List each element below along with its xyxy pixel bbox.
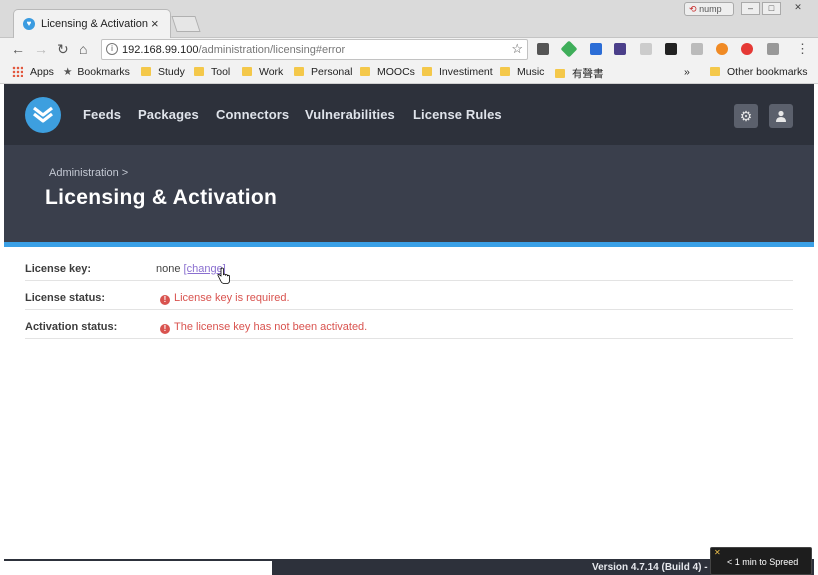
bookmarks-bar: Apps ★ Bookmarks Study Tool Work Personal… (0, 62, 818, 84)
new-tab-button[interactable] (171, 16, 201, 32)
error-icon: ! (160, 324, 170, 334)
logo-icon[interactable] (25, 97, 61, 133)
extension-copy-icon[interactable] (640, 43, 652, 55)
site-info-icon[interactable]: i (106, 43, 118, 55)
license-status-row: License status: ! License key is required… (25, 281, 793, 310)
address-url: 192.168.99.100/administration/licensing#… (122, 44, 346, 56)
profile-button[interactable]: ⟲ nump (684, 2, 734, 16)
nav-connectors[interactable]: Connectors (216, 107, 289, 122)
apps-icon (12, 66, 23, 77)
browser-menu-icon[interactable]: ⋮ (796, 41, 809, 57)
opera-icon[interactable] (741, 43, 753, 55)
folder-icon (294, 67, 304, 76)
activation-status-label: Activation status: (25, 321, 118, 333)
browser-tab[interactable]: ♥ Licensing & Activation × (13, 9, 171, 38)
bookmark-other[interactable]: Other bookmarks (710, 66, 808, 78)
bookmarks-overflow-button[interactable]: » (684, 66, 690, 78)
address-bar[interactable]: i 192.168.99.100/administration/licensin… (101, 39, 528, 60)
folder-icon (555, 69, 565, 78)
browser-toolbar: ← → ↻ ⌂ i 192.168.99.100/administration/… (0, 38, 818, 62)
reload-icon[interactable]: ↻ (57, 41, 69, 58)
footer-panel (4, 561, 272, 575)
nav-license-rules[interactable]: License Rules (413, 107, 502, 122)
license-status-value: ! License key is required. (160, 292, 290, 305)
forward-icon[interactable]: → (34, 41, 48, 57)
folder-icon (242, 67, 252, 76)
bookmark-folder-personal[interactable]: Personal (294, 66, 352, 78)
nav-packages[interactable]: Packages (138, 107, 199, 122)
nav-feeds[interactable]: Feeds (83, 107, 121, 122)
folder-icon (500, 67, 510, 76)
tab-close-icon[interactable]: × (151, 16, 159, 31)
settings-gear-icon[interactable]: ⚙ (734, 104, 758, 128)
extension-reader-icon[interactable] (691, 43, 703, 55)
breadcrumb[interactable]: Administration > (49, 167, 128, 179)
home-icon[interactable]: ⌂ (79, 41, 87, 57)
bookmark-star-icon[interactable]: ☆ (511, 41, 523, 57)
activation-status-value: ! The license key has not been activated. (160, 321, 367, 334)
page-title: Licensing & Activation (45, 186, 278, 209)
license-key-row: License key: none [change] (25, 252, 793, 281)
extension-y-icon[interactable] (590, 43, 602, 55)
footer: Version 4.7.14 (Build 4) - (4, 559, 814, 575)
spreed-text: < 1 min to Spreed (727, 557, 799, 567)
close-window-button[interactable]: ✕ (785, 2, 811, 15)
bookmark-folder-music[interactable]: Music (500, 66, 544, 78)
hand-cursor-icon (217, 267, 230, 284)
bookmark-bookmarks[interactable]: ★ Bookmarks (63, 66, 130, 78)
bookmark-folder-tool[interactable]: Tool (194, 66, 230, 78)
bookmark-folder-audiobooks[interactable]: 有聲書 (555, 66, 604, 81)
maximize-button[interactable]: □ (762, 2, 781, 15)
activation-status-row: Activation status: ! The license key has … (25, 310, 793, 339)
version-text: Version 4.7.14 (Build 4) - (592, 562, 708, 573)
user-account-icon[interactable] (769, 104, 793, 128)
favicon-icon: ♥ (23, 18, 35, 30)
extension-play-icon[interactable] (665, 43, 677, 55)
extension-book-icon[interactable] (767, 43, 779, 55)
error-icon: ! (160, 295, 170, 305)
browser-titlebar: ♥ Licensing & Activation × ⟲ nump – □ ✕ (0, 0, 818, 38)
app-navbar: Feeds Packages Connectors Vulnerabilitie… (4, 84, 814, 145)
nav-vulnerabilities[interactable]: Vulnerabilities (305, 107, 395, 122)
folder-icon (422, 67, 432, 76)
license-key-value: none [change] (156, 263, 226, 275)
bookmark-folder-work[interactable]: Work (242, 66, 283, 78)
extension-green-icon[interactable] (560, 40, 578, 58)
pocket-icon[interactable] (537, 43, 549, 55)
page-header: Administration > Licensing & Activation (4, 145, 814, 242)
bookmark-folder-moocs[interactable]: MOOCs (360, 66, 415, 78)
extension-orange-icon[interactable] (716, 43, 728, 55)
profile-name: nump (699, 4, 722, 14)
bookmark-folder-investiment[interactable]: Investiment (422, 66, 493, 78)
back-icon[interactable]: ← (11, 41, 25, 57)
minimize-button[interactable]: – (741, 2, 760, 15)
close-popup-icon[interactable]: ✕ (714, 548, 721, 557)
bookmark-apps[interactable]: Apps (12, 66, 54, 78)
folder-icon (194, 67, 204, 76)
folder-icon (710, 67, 720, 76)
extension-purple-icon[interactable] (614, 43, 626, 55)
folder-icon (360, 67, 370, 76)
license-status-label: License status: (25, 292, 106, 304)
bookmark-folder-study[interactable]: Study (141, 66, 185, 78)
spreed-popup[interactable]: ✕ < 1 min to Spreed (710, 547, 812, 575)
tab-title: Licensing & Activation (41, 18, 149, 30)
license-key-label: License key: (25, 263, 92, 275)
folder-icon (141, 67, 151, 76)
licensing-details: License key: none [change] License statu… (4, 247, 814, 559)
star-icon: ★ (63, 66, 73, 78)
